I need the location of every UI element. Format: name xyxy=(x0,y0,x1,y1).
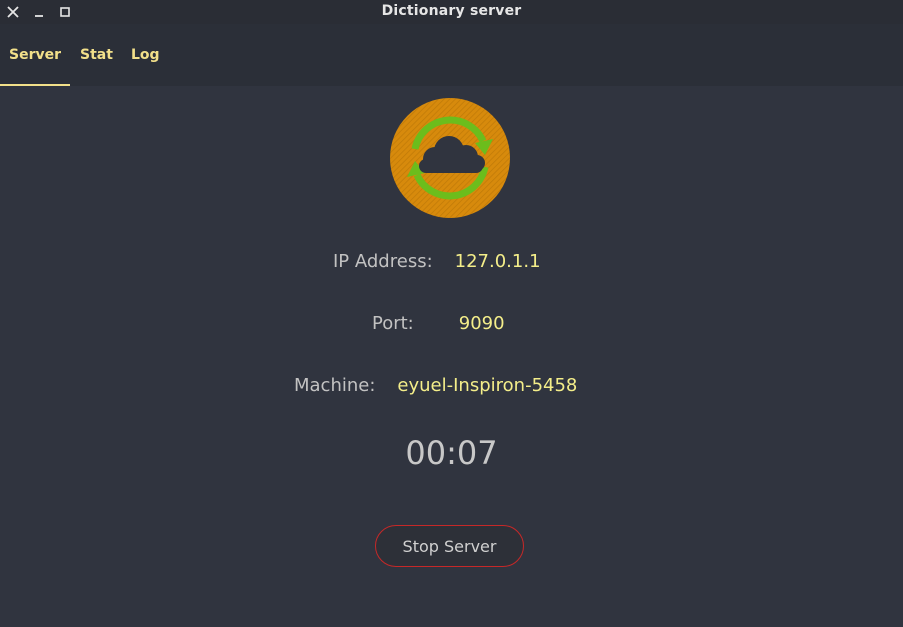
ip-address-label: IP Address: xyxy=(333,250,433,272)
stop-server-button[interactable]: Stop Server xyxy=(375,525,524,567)
cloud-sync-icon xyxy=(389,97,511,219)
machine-row: Machine: eyuel-Inspiron-5458 xyxy=(294,371,577,399)
tab-log-label: Log xyxy=(131,46,160,63)
tab-log[interactable]: Log xyxy=(131,24,160,85)
port-value: 9090 xyxy=(458,312,505,334)
tab-bar: Server Stat Log xyxy=(0,24,903,86)
tab-server[interactable]: Server xyxy=(0,24,70,86)
tab-server-label: Server xyxy=(8,46,61,63)
app-window: Dictionary server Server Stat Log IP Add… xyxy=(0,0,903,627)
port-row: Port: 9090 xyxy=(372,309,505,337)
machine-value: eyuel-Inspiron-5458 xyxy=(397,374,578,396)
port-label: Port: xyxy=(372,312,414,334)
server-panel: IP Address: 127.0.1.1 Port: 9090 Machine… xyxy=(0,86,903,627)
ip-address-row: IP Address: 127.0.1.1 xyxy=(333,247,541,275)
tab-stat[interactable]: Stat xyxy=(80,24,113,85)
tab-stat-label: Stat xyxy=(80,46,113,63)
ip-address-value: 127.0.1.1 xyxy=(454,250,541,272)
title-bar: Dictionary server xyxy=(0,0,903,24)
machine-label: Machine: xyxy=(294,374,376,396)
window-title: Dictionary server xyxy=(381,3,522,19)
uptime-timer: 00:07 xyxy=(405,434,498,472)
